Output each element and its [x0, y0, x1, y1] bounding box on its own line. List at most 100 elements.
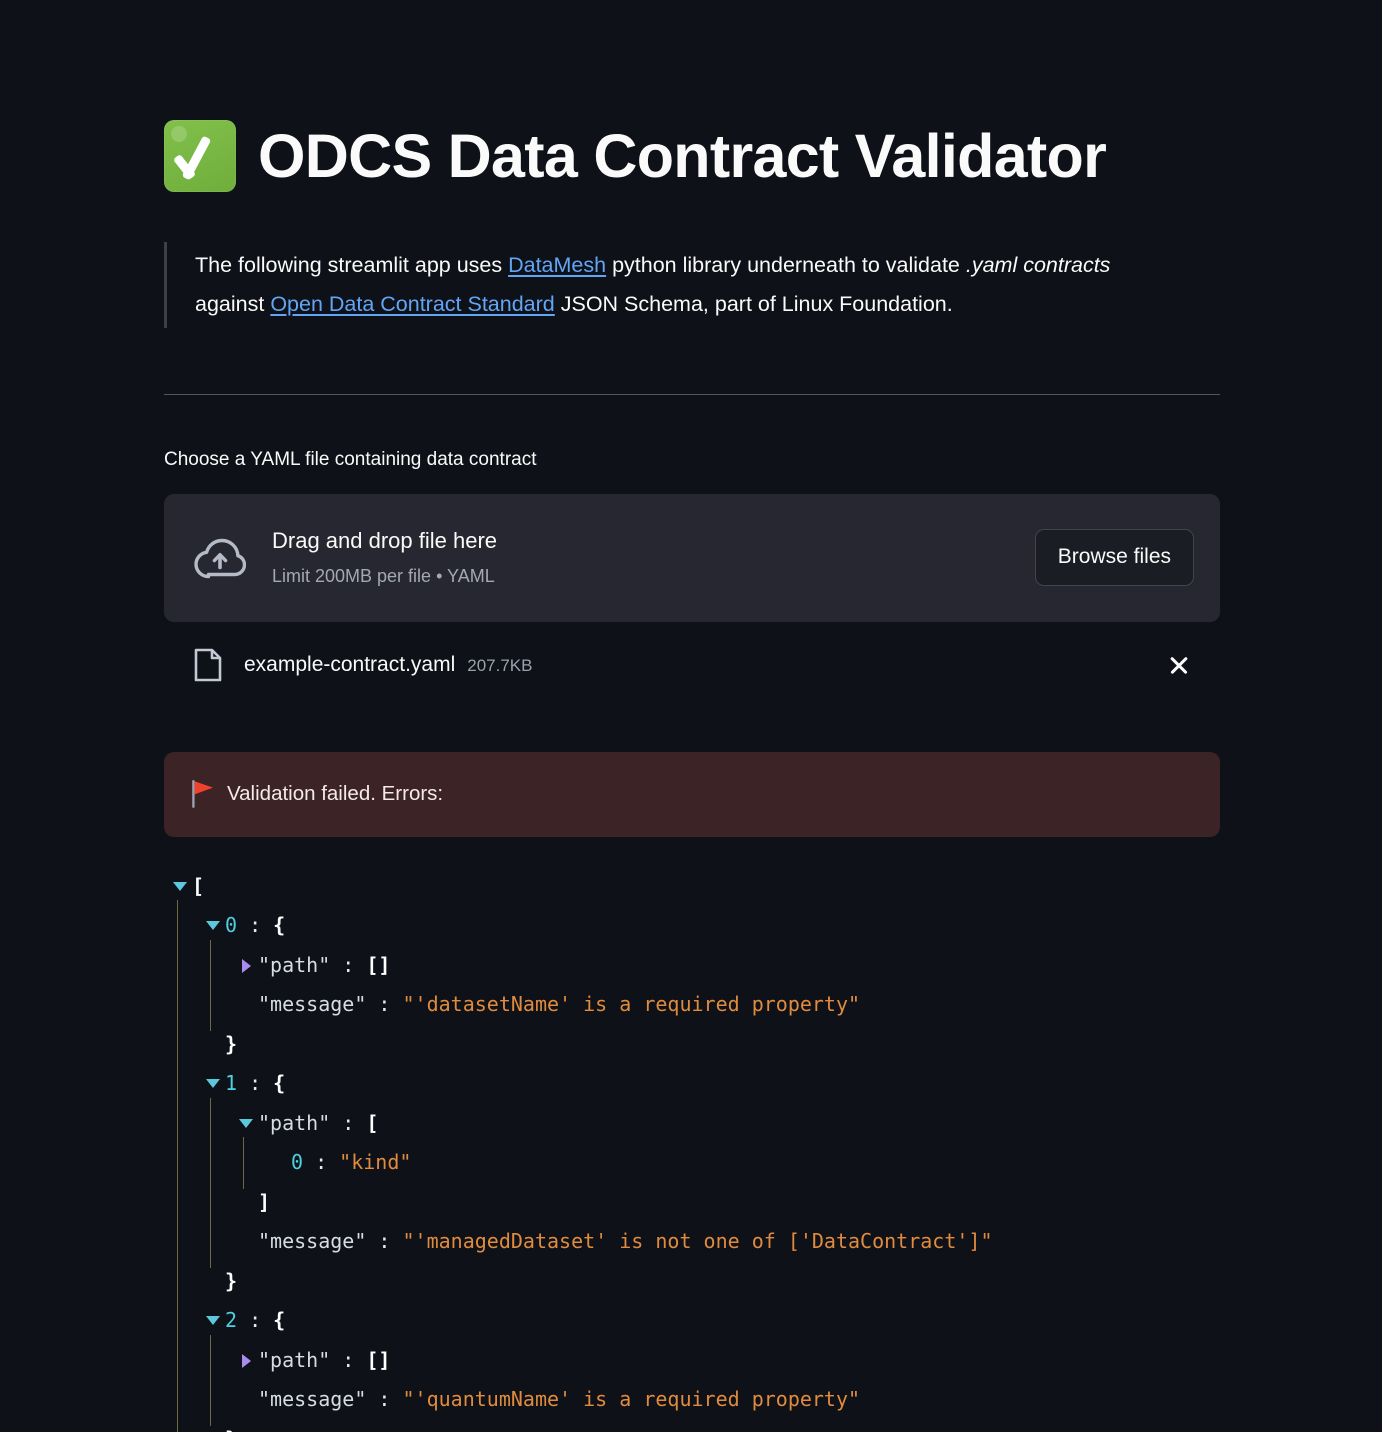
json-row-path-1-item-0: 0 : "kind" [170, 1137, 1220, 1189]
json-row-path-1[interactable]: "path" : [ [170, 1097, 1220, 1149]
datamesh-link[interactable]: DataMesh [508, 253, 606, 277]
json-close-brace: } [225, 1268, 238, 1293]
indent-guide [170, 1097, 203, 1149]
indent-guide [203, 1137, 236, 1189]
json-close-bracket: ] [258, 1189, 271, 1214]
uploaded-file-size: 207.7KB [467, 655, 533, 675]
page-header: ODCS Data Contract Validator [164, 0, 1220, 192]
json-colon: : [330, 1110, 367, 1135]
tri-spacer [236, 1222, 258, 1262]
json-error-viewer[interactable]: [ 0 : { "path" : [] "message" : "'datase… [164, 867, 1220, 1432]
indent-guide [203, 1097, 236, 1149]
file-uploader-label: Choose a YAML file containing data contr… [164, 449, 537, 470]
main-container: ODCS Data Contract Validator The followi… [164, 0, 1220, 1432]
json-row-root[interactable]: [ [170, 867, 1220, 907]
json-row-item-0[interactable]: 0 : { [170, 900, 1220, 952]
json-key: "path" [258, 1110, 331, 1135]
json-row-message-1: "message" : "'managedDataset' is not one… [170, 1216, 1220, 1268]
json-close-brace: } [225, 1420, 237, 1432]
indent-guide [170, 1137, 203, 1189]
json-key: 0 [225, 913, 238, 938]
json-colon: : [366, 1387, 403, 1412]
json-colon: : [237, 1308, 274, 1333]
intro-line1-mid: python library underneath to validate [606, 253, 966, 277]
json-key: 1 [225, 1071, 238, 1096]
json-row-item-1[interactable]: 1 : { [170, 1058, 1220, 1110]
uploaded-file-name: example-contract.yaml [244, 652, 456, 676]
indent-guide [203, 1216, 236, 1268]
chevron-down-icon[interactable] [236, 1104, 258, 1144]
tri-spacer [236, 1380, 258, 1420]
json-row-path-2[interactable]: "path" : [] [170, 1334, 1220, 1386]
json-string-value: "kind" [339, 1150, 412, 1175]
file-document-icon [194, 648, 222, 681]
indent-guide [170, 979, 203, 1031]
indent-guide [170, 1413, 203, 1432]
intro-line1-prefix: The following streamlit app uses [195, 253, 509, 277]
odcs-link[interactable]: Open Data Contract Standard [270, 292, 554, 316]
chevron-down-icon[interactable] [203, 1064, 225, 1104]
json-row-close-1: } [170, 1255, 1220, 1307]
json-key: "message" [258, 1387, 367, 1412]
chevron-right-icon[interactable] [236, 946, 258, 986]
json-string-value: "'managedDataset' is not one of ['DataCo… [402, 1229, 993, 1254]
json-row-close-path-1: ] [170, 1176, 1220, 1228]
json-string-value: "'quantumName' is a required property" [402, 1387, 861, 1412]
indent-guide [170, 1255, 203, 1307]
json-colon: : [303, 1150, 340, 1175]
json-empty-array: [] [366, 1347, 391, 1372]
indent-guide [170, 1334, 203, 1386]
tri-spacer [236, 985, 258, 1025]
remove-file-button[interactable] [1160, 646, 1198, 684]
json-open-bracket: [ [366, 1110, 379, 1135]
page-title: ODCS Data Contract Validator [258, 121, 1107, 190]
indent-guide [170, 1018, 203, 1070]
indent-guide [170, 900, 203, 952]
json-row-close-2: } [170, 1413, 1220, 1432]
app-root: ODCS Data Contract Validator The followi… [0, 0, 1382, 1432]
json-row-message-2: "message" : "'quantumName' is a required… [170, 1374, 1220, 1426]
validation-error-text: Validation failed. Errors: [227, 781, 444, 805]
indent-guide [203, 1176, 236, 1228]
json-root-bracket: [ [192, 873, 205, 898]
json-key: "message" [258, 1229, 367, 1254]
dropzone-title: Drag and drop file here [272, 528, 498, 554]
chevron-down-icon[interactable] [203, 906, 225, 946]
triangular-flag-icon [192, 780, 213, 809]
chevron-down-icon[interactable] [203, 1301, 225, 1341]
json-key: "path" [258, 952, 331, 977]
json-row-path-0[interactable]: "path" : [] [170, 939, 1220, 991]
json-row-item-2[interactable]: 2 : { [170, 1295, 1220, 1347]
cloud-upload-icon [194, 538, 246, 578]
json-open-brace: { [273, 913, 286, 938]
tri-spacer [269, 1143, 291, 1183]
tri-spacer [203, 1262, 225, 1302]
json-open-brace: { [273, 1308, 286, 1333]
indent-guide [170, 1295, 203, 1347]
intro-blockquote: The following streamlit app uses DataMes… [164, 242, 1164, 328]
indent-guide [170, 1374, 203, 1426]
dropzone-limit: Limit 200MB per file • YAML [272, 565, 495, 586]
section-divider [164, 394, 1220, 395]
json-close-brace: } [225, 1031, 238, 1056]
json-open-brace: { [273, 1071, 286, 1096]
intro-line1-emphasis: .yaml contracts [965, 253, 1111, 277]
intro-line2-prefix: against [195, 292, 271, 316]
white-check-mark-icon [164, 120, 236, 192]
json-colon: : [237, 913, 274, 938]
indent-guide [170, 1216, 203, 1268]
json-row-message-0: "message" : "'datasetName' is a required… [170, 979, 1220, 1031]
json-key: 2 [225, 1308, 238, 1333]
json-key: "message" [258, 992, 367, 1017]
browse-files-button[interactable]: Browse files [1034, 529, 1194, 586]
tri-spacer [203, 1420, 225, 1432]
json-colon: : [330, 952, 367, 977]
file-dropzone[interactable]: Drag and drop file here Limit 200MB per … [164, 493, 1220, 622]
indent-guide [236, 1137, 269, 1189]
indent-guide [203, 1334, 236, 1386]
json-key: "path" [258, 1347, 331, 1372]
json-colon: : [330, 1347, 367, 1372]
chevron-right-icon[interactable] [236, 1341, 258, 1381]
chevron-down-icon[interactable] [170, 867, 192, 907]
uploaded-file-meta: example-contract.yaml 207.7KB [244, 653, 1138, 677]
